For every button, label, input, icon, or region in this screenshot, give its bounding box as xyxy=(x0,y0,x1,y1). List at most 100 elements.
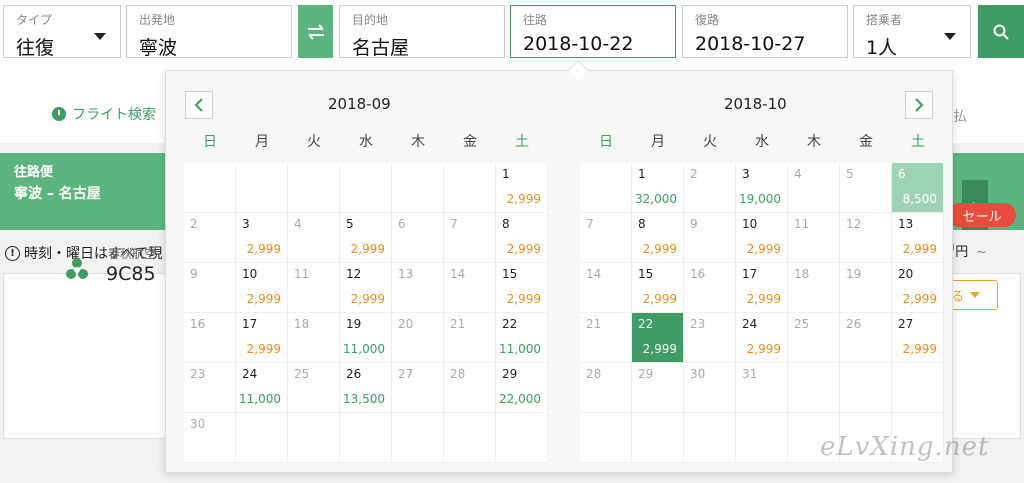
calendar-day-cell[interactable]: 8 2,999 xyxy=(632,213,684,263)
calendar-grid-right: 1 32,000 2 3 19,000 4 5 6 8,500 7 8 2,999 9 10 2,999 11… xyxy=(580,163,944,463)
calendar-day-cell[interactable]: 13 2,999 xyxy=(892,213,944,263)
day-number: 7 xyxy=(586,217,594,231)
day-number: 5 xyxy=(346,217,354,231)
search-icon xyxy=(993,24,1009,40)
calendar-day-cell[interactable]: 15 2,999 xyxy=(496,263,548,313)
outbound-date-field[interactable]: 往路 2018-10-22 xyxy=(510,5,676,58)
day-number: 19 xyxy=(346,317,362,331)
calendar-empty-cell xyxy=(392,413,444,463)
calendar-day-cell[interactable]: 5 2,999 xyxy=(340,213,392,263)
calendar-day-cell[interactable]: 1 32,000 xyxy=(632,163,684,213)
calendar-day-cell: 31 xyxy=(736,363,788,413)
watermark: eLvXing.net xyxy=(820,432,990,462)
calendar-day-cell: 29 xyxy=(632,363,684,413)
day-price: 8,500 xyxy=(902,192,937,206)
day-number: 16 xyxy=(690,267,706,281)
search-button[interactable] xyxy=(978,5,1024,58)
calendar-day-cell: 12 xyxy=(840,213,892,263)
day-price: 2,999 xyxy=(902,242,937,256)
calendar-day-cell[interactable]: 17 2,999 xyxy=(736,263,788,313)
calendar-empty-cell xyxy=(184,163,236,213)
calendar-day-cell[interactable]: 27 2,999 xyxy=(892,313,944,363)
day-number: 29 xyxy=(502,367,518,381)
day-number: 28 xyxy=(450,367,466,381)
calendar-day-cell[interactable]: 29 22,000 xyxy=(496,363,548,413)
destination-label: 目的地 xyxy=(352,13,389,27)
trip-type-select[interactable]: タイプ 往復 xyxy=(3,5,121,59)
calendar-day-cell[interactable]: 6 8,500 xyxy=(892,163,944,213)
day-number: 28 xyxy=(586,367,602,381)
calendar-day-cell[interactable]: 3 19,000 xyxy=(736,163,788,213)
day-number: 13 xyxy=(398,267,414,281)
day-number: 25 xyxy=(294,367,310,381)
calendar-empty-cell xyxy=(736,413,788,463)
origin-value: 寧波 xyxy=(139,37,178,59)
calendar-day-cell[interactable]: 26 13,500 xyxy=(340,363,392,413)
day-price: 22,000 xyxy=(499,392,541,406)
destination-field[interactable]: 目的地 名古屋 xyxy=(339,5,505,59)
outbound-label: 往路 xyxy=(523,13,548,27)
day-number: 3 xyxy=(242,217,250,231)
calendar-day-cell[interactable]: 24 11,000 xyxy=(236,363,288,413)
month-title-left: 2018-09 xyxy=(328,95,391,113)
calendar-day-cell[interactable]: 10 2,999 xyxy=(236,263,288,313)
day-price: 2,999 xyxy=(642,242,677,256)
calendar-day-cell[interactable]: 8 2,999 xyxy=(496,213,548,263)
origin-field[interactable]: 出発地 寧波 xyxy=(126,5,292,59)
calendar-day-cell: 16 xyxy=(684,263,736,313)
return-date-value: 2018-10-27 xyxy=(695,33,806,55)
weekday-label: 土 xyxy=(911,134,925,150)
weekday-label: 月 xyxy=(651,134,665,150)
day-number: 24 xyxy=(742,317,758,331)
calendar-day-cell[interactable]: 20 2,999 xyxy=(892,263,944,313)
day-number: 9 xyxy=(190,267,198,281)
day-number: 10 xyxy=(242,267,258,281)
day-number: 16 xyxy=(190,317,206,331)
passengers-select[interactable]: 搭乗者 1人 xyxy=(853,5,971,59)
calendar-day-cell[interactable]: 19 11,000 xyxy=(340,313,392,363)
next-month-button[interactable] xyxy=(905,91,933,119)
calendar-empty-cell xyxy=(236,163,288,213)
day-price: 2,999 xyxy=(506,292,541,306)
calendar-day-cell: 2 xyxy=(684,163,736,213)
calendar-day-cell: 6 xyxy=(392,213,444,263)
day-number: 14 xyxy=(586,267,602,281)
calendar-day-cell: 20 xyxy=(392,313,444,363)
calendar-empty-cell xyxy=(288,163,340,213)
tab-payment-fragment[interactable]: 払 xyxy=(953,106,967,126)
day-number: 21 xyxy=(450,317,466,331)
weekday-header-right: 日 月 火 水 木 金 土 xyxy=(580,131,944,151)
chevron-right-icon xyxy=(915,98,924,112)
day-number: 24 xyxy=(242,367,258,381)
calendar-day-cell: 14 xyxy=(580,263,632,313)
outbound-heading: 往路便 xyxy=(14,165,54,180)
weekday-label: 水 xyxy=(755,134,769,150)
return-date-field[interactable]: 復路 2018-10-27 xyxy=(682,5,848,58)
calendar-day-cell[interactable]: 10 2,999 xyxy=(736,213,788,263)
tab-flight-search[interactable]: フライト検索 xyxy=(52,104,156,124)
calendar-day-cell[interactable]: 24 2,999 xyxy=(736,313,788,363)
day-number: 29 xyxy=(638,367,654,381)
weekday-label: 木 xyxy=(411,134,425,150)
prev-month-button[interactable] xyxy=(185,91,213,119)
exclamation-icon: ! xyxy=(5,245,20,261)
day-number: 18 xyxy=(794,267,810,281)
day-number: 1 xyxy=(502,167,510,181)
return-label: 復路 xyxy=(695,13,720,27)
swap-button[interactable] xyxy=(298,5,333,58)
calendar-day-cell[interactable]: 22 11,000 xyxy=(496,313,548,363)
day-price: 19,000 xyxy=(739,192,781,206)
calendar-day-cell[interactable]: 12 2,999 xyxy=(340,263,392,313)
calendar-day-cell[interactable]: 3 2,999 xyxy=(236,213,288,263)
chevron-down-icon xyxy=(94,33,106,40)
airline-logo-icon xyxy=(66,258,88,279)
calendar-day-cell[interactable]: 17 2,999 xyxy=(236,313,288,363)
calendar-empty-cell xyxy=(580,163,632,213)
trip-type-label: タイプ xyxy=(16,13,53,27)
calendar-day-cell[interactable]: 22 2,999 xyxy=(632,313,684,363)
calendar-day-cell: 7 xyxy=(580,213,632,263)
calendar-day-cell[interactable]: 15 2,999 xyxy=(632,263,684,313)
calendar-empty-cell xyxy=(788,363,840,413)
calendar-day-cell[interactable]: 1 2,999 xyxy=(496,163,548,213)
calendar-empty-cell xyxy=(392,163,444,213)
